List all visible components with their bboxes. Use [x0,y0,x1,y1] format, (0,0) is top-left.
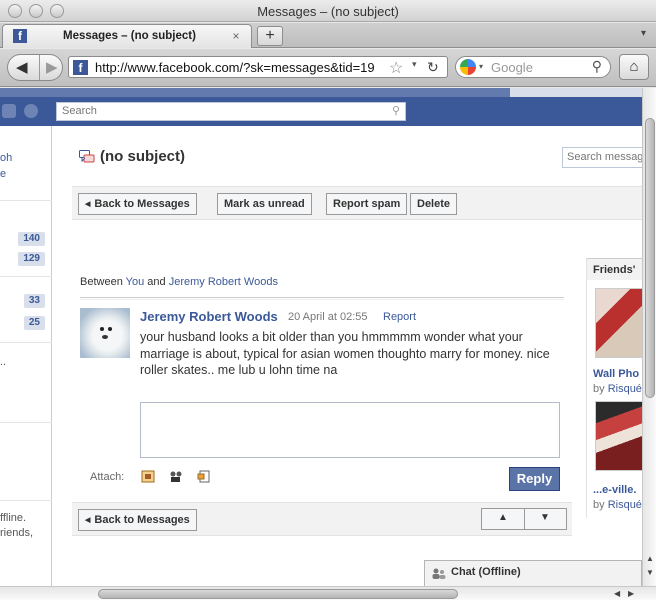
conversation-icon [79,150,95,163]
photo-thumbnail[interactable] [595,401,642,471]
vertical-scroll-thumb[interactable] [645,118,655,398]
tab-messages[interactable]: f Messages – (no subject) × [2,24,252,48]
right-sidebar: Friends' Wall Pho by Risqué ...e-ville. … [586,258,642,518]
left-sidebar: oh e 140 129 33 25 .. ffline. riends, [0,126,52,586]
previous-thread-icon[interactable]: ▲ [498,512,508,523]
home-button[interactable]: ⌂ [619,54,649,80]
author-avatar[interactable] [80,308,130,358]
web-search-box[interactable]: ▾ Google ⚲ [455,56,611,78]
back-to-messages-button[interactable]: ◀ Back to Messages [78,193,197,215]
attach-label: Attach: [90,471,125,483]
search-messages-input[interactable]: Search messages [562,147,642,168]
search-icon[interactable]: ⚲ [392,104,400,117]
back-forward-buttons: ◀ ▶ [7,54,63,81]
owner-link[interactable]: Risqué [608,499,642,511]
and-label: and [147,276,166,288]
reply-button[interactable]: Reply [509,467,560,491]
sidebar-link[interactable]: oh [0,152,12,164]
delete-button[interactable]: Delete [410,193,458,215]
sidebar-link[interactable]: e [0,168,6,180]
attach-link-icon[interactable] [197,470,211,483]
back-to-messages-button-bottom[interactable]: ◀ Back to Messages [78,509,197,531]
between-label: Between [80,276,123,288]
back-arrow-icon[interactable]: ◀ [16,58,28,76]
count-badge: 33 [23,294,45,308]
sidebar-snippet: ffline. [0,512,27,524]
notifications-globe-icon[interactable] [24,104,38,118]
message-body: your husband looks a bit older than you … [140,330,550,377]
google-engine-icon[interactable] [460,59,476,75]
friends-section-heading: Friends' [587,258,642,280]
photo-owner: by Risqué [593,499,642,511]
participants-line: Between You and Jeremy Robert Woods [80,276,278,288]
author-name-link[interactable]: Jeremy Robert Woods [140,309,278,324]
reload-icon[interactable]: ↻ [427,59,439,76]
facebook-search-input[interactable]: Search ⚲ [56,102,406,121]
message-timestamp: 20 April at 02:55 [288,311,368,323]
left-arrow-icon: ◀ [85,201,91,208]
chat-status-label: Chat (Offline) [451,566,521,578]
url-history-dropdown-icon[interactable]: ▾ [412,59,417,70]
count-badge: 25 [23,316,45,330]
facebook-search-placeholder: Search [62,105,97,117]
magnifier-icon[interactable]: ⚲ [592,58,602,75]
attach-video-icon[interactable] [169,470,183,483]
facebook-header: Search ⚲ [0,88,642,126]
web-page: Search ⚲ oh e 140 129 33 25 .. ffline. r… [0,88,642,586]
vertical-scrollbar[interactable]: ▲ ▼ [642,88,656,586]
attach-photo-icon[interactable] [141,470,155,483]
photo-title-link[interactable]: Wall Pho [593,368,639,380]
photo-owner: by Risqué [593,383,642,395]
participant-link[interactable]: Jeremy Robert Woods [169,276,278,288]
messages-jewel-icon[interactable] [2,104,16,118]
url-text[interactable]: http://www.facebook.com/?sk=messages&tid… [95,60,385,75]
photo-title-link[interactable]: ...e-ville. [593,484,636,496]
scroll-up-arrow-icon[interactable]: ▲ [646,554,654,563]
chat-bar[interactable]: Chat (Offline) [424,560,642,586]
scroll-down-arrow-icon[interactable]: ▼ [646,568,654,577]
bottom-toolbar: ◀ Back to Messages ▲ ▼ [72,502,572,536]
search-engine-dropdown-icon[interactable]: ▾ [479,62,483,71]
address-bar[interactable]: f http://www.facebook.com/?sk=messages&t… [68,56,448,78]
chat-people-icon [432,568,446,579]
sidebar-snippet: .. [0,356,7,368]
thread-toolbar: ◀ Back to Messages Mark as unread Report … [72,186,642,220]
owner-link[interactable]: Risqué [608,383,642,395]
photo-thumbnail[interactable] [595,288,642,358]
window-title: Messages – (no subject) [257,4,399,19]
thread-subject: (no subject) [100,148,185,165]
horizontal-scroll-thumb[interactable] [98,589,458,599]
horizontal-scrollbar[interactable]: ◀ ▶ [0,586,656,600]
message-thread: (no subject) Search messages ◀Back to Me… [52,126,642,586]
web-search-placeholder: Google [491,60,533,75]
button-label: Back to Messages [94,198,190,210]
button-label: Back to Messages [94,514,190,526]
scroll-left-arrow-icon[interactable]: ◀ [614,589,620,598]
participant-you-link[interactable]: You [126,276,145,288]
reply-textarea[interactable] [140,402,560,458]
tab-bar: f Messages – (no subject) × + ▾ [0,23,656,48]
new-tab-button[interactable]: + [257,26,283,46]
tab-title: Messages – (no subject) [63,30,196,42]
navigation-toolbar: ◀ ▶ f http://www.facebook.com/?sk=messag… [0,49,656,87]
report-message-link[interactable]: Report [383,311,416,323]
thread-nav-buttons: ▲ ▼ [481,508,567,530]
window-title-bar: Messages – (no subject) [0,0,656,22]
by-label: by [593,499,605,511]
report-spam-button[interactable]: Report spam [326,193,408,215]
scroll-right-arrow-icon[interactable]: ▶ [628,589,634,598]
next-thread-icon[interactable]: ▼ [540,512,550,523]
tab-list-dropdown-icon[interactable]: ▾ [641,28,646,39]
bookmark-star-icon[interactable]: ☆ [389,58,403,78]
count-badge: 129 [18,252,45,266]
forward-arrow-icon[interactable]: ▶ [46,58,58,76]
tab-close-icon[interactable]: × [229,29,243,43]
left-arrow-icon: ◀ [85,517,91,524]
mark-as-unread-button[interactable]: Mark as unread [217,193,312,215]
site-favicon-icon: f [73,60,88,75]
count-badge: 140 [18,232,45,246]
by-label: by [593,383,605,395]
sidebar-snippet: riends, [0,527,34,539]
facebook-favicon-icon: f [13,29,27,43]
